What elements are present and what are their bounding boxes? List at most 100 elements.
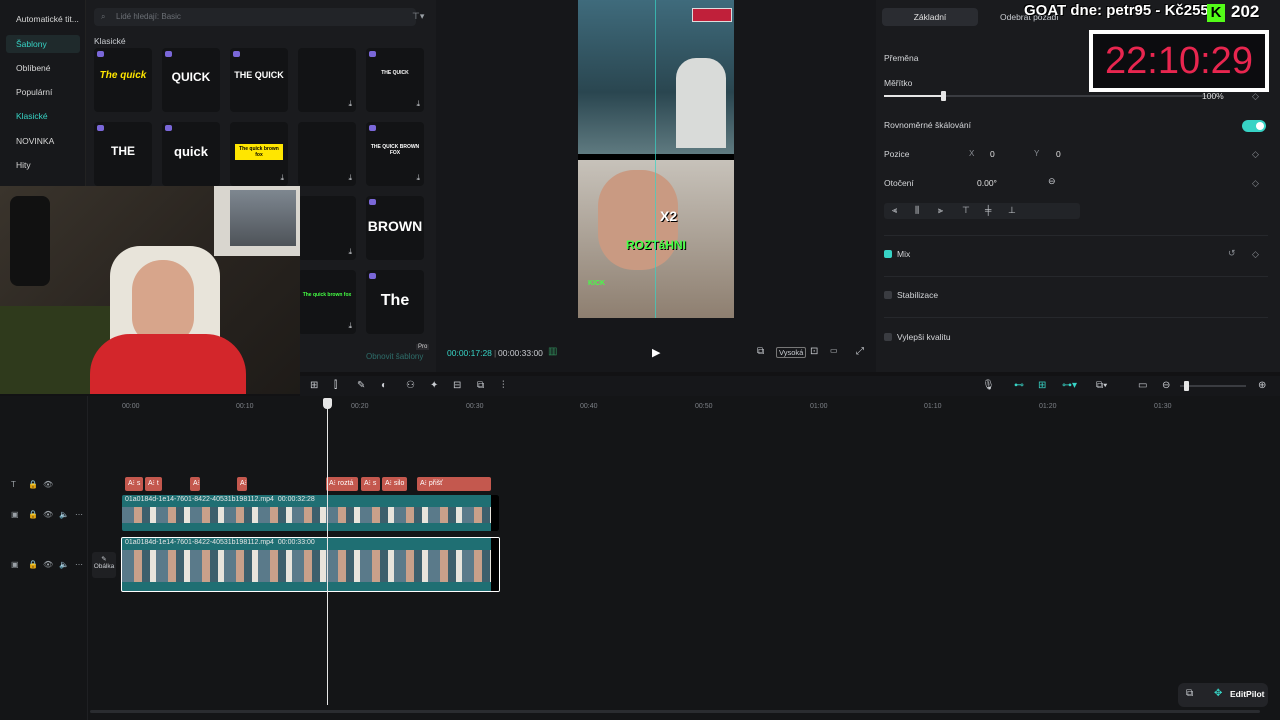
expand-icon[interactable]: ⤢: [856, 346, 864, 357]
stabilize-label[interactable]: Stabilizace: [897, 290, 938, 300]
template-search-input[interactable]: ⌕ Lidé hledají: Basic: [94, 8, 416, 26]
stabilize-checkbox[interactable]: [884, 291, 892, 299]
magic-icon[interactable]: ✦: [430, 380, 438, 391]
lock-icon[interactable]: 🔒: [28, 480, 38, 489]
video-preview[interactable]: X2 ROZTáHNI KICK: [578, 0, 734, 318]
text-clip[interactable]: A⁝: [237, 477, 247, 491]
magnet-icon[interactable]: ⊞: [1038, 380, 1046, 391]
template-tile[interactable]: THE QUICK ⤓: [366, 48, 424, 112]
export-frame-icon[interactable]: ⧉: [477, 380, 484, 391]
video-caption[interactable]: ROZTáHNI: [578, 238, 734, 252]
reset-icon[interactable]: ↺: [1228, 248, 1236, 259]
align-bottom-icon[interactable]: ⊥: [1008, 205, 1016, 216]
template-tile[interactable]: The quick: [94, 48, 152, 112]
select-tool-icon[interactable]: ⊞: [310, 380, 318, 391]
rotation-input[interactable]: 0.00°: [977, 178, 997, 188]
download-icon[interactable]: ⤓: [348, 321, 352, 331]
download-icon[interactable]: ⤓: [280, 173, 284, 183]
scale-value[interactable]: 100%: [1202, 91, 1224, 101]
align-left-icon[interactable]: ⫷: [892, 205, 897, 216]
template-tile[interactable]: ⤓: [298, 48, 356, 112]
download-icon[interactable]: ⤓: [348, 173, 352, 183]
x-input[interactable]: 0: [990, 149, 995, 159]
zoom-slider-knob[interactable]: [1184, 381, 1189, 391]
nav-item-favorites[interactable]: Oblíbené: [6, 59, 80, 77]
lock-icon[interactable]: 🔒: [28, 560, 38, 569]
align-middle-icon[interactable]: ╪: [985, 205, 991, 215]
nav-item-hits[interactable]: Hity: [6, 156, 80, 174]
text-clip[interactable]: A⁝ přišť: [417, 477, 491, 491]
y-input[interactable]: 0: [1056, 149, 1061, 159]
pen-icon[interactable]: ✎: [357, 380, 365, 391]
speaker-icon[interactable]: 🔈: [59, 510, 69, 519]
nav-item-new[interactable]: NOVINKA: [6, 132, 80, 150]
align-center-icon[interactable]: ⫼: [915, 205, 919, 216]
eye-icon[interactable]: 👁: [43, 480, 53, 489]
renew-templates-button[interactable]: Obnovit šablony: [366, 352, 423, 361]
template-tile[interactable]: ⤓: [298, 122, 356, 186]
link-icon[interactable]: ⊷: [1014, 380, 1024, 391]
download-icon[interactable]: ⤓: [348, 99, 352, 109]
template-tile[interactable]: THE QUICK BROWN FOX ⤓: [366, 122, 424, 186]
video-clip[interactable]: 01a0184d-1e14-7601-8422-40531b198112.mp4…: [122, 495, 499, 531]
audio-wave-icon[interactable]: ⫶: [502, 380, 505, 391]
align-right-icon[interactable]: ⫸: [938, 205, 943, 216]
tab-basic[interactable]: Základní: [882, 8, 978, 26]
zoom-in-icon[interactable]: ⊕: [1258, 380, 1266, 391]
template-tile[interactable]: The quick brown fox ⤓: [230, 122, 288, 186]
text-clip[interactable]: A⁝ s: [125, 477, 143, 491]
playhead[interactable]: [327, 400, 328, 705]
aspect-ratio-icon[interactable]: ▭: [830, 346, 838, 355]
transform-section-title[interactable]: Přeměna: [884, 53, 919, 63]
filter-icon[interactable]: ⊤▾: [412, 11, 424, 22]
template-tile[interactable]: THE: [94, 122, 152, 186]
speaker-icon[interactable]: 🔈: [59, 560, 69, 569]
snapshot-icon[interactable]: ⧉: [757, 346, 764, 357]
download-icon[interactable]: ⤓: [416, 99, 420, 109]
quality-button[interactable]: Vysoká: [776, 347, 807, 358]
keyframe-icon[interactable]: ◇: [1252, 249, 1259, 260]
zoom-out-icon[interactable]: ⊖: [1162, 380, 1170, 391]
template-tile[interactable]: QUICK: [162, 48, 220, 112]
nav-item-popular[interactable]: Populární: [6, 83, 80, 101]
split-icon[interactable]: ⫿: [334, 380, 337, 391]
nav-item-templates[interactable]: Šablony: [6, 35, 80, 53]
lock-icon[interactable]: 🔒: [28, 510, 38, 519]
scale-slider-knob[interactable]: [941, 91, 947, 101]
keyframe-icon[interactable]: ◇: [1252, 91, 1259, 102]
fullscreen-crop-icon[interactable]: ⊡: [810, 346, 818, 357]
uniform-scale-toggle[interactable]: [1242, 120, 1266, 132]
microphone-icon[interactable]: 🎙: [982, 380, 995, 391]
mix-label[interactable]: Mix: [897, 249, 910, 259]
template-tile[interactable]: The quick brown fox ⤓: [298, 270, 356, 334]
eye-icon[interactable]: 👁: [43, 560, 53, 569]
horizontal-scrollbar[interactable]: [90, 710, 1260, 713]
snap-icon[interactable]: ⊶▾: [1062, 380, 1077, 391]
template-tile[interactable]: THE QUICK: [230, 48, 288, 112]
download-icon[interactable]: ⤓: [348, 247, 352, 257]
cover-button[interactable]: ✎ Obálka: [92, 552, 116, 578]
text-clip[interactable]: A⁝ silo: [382, 477, 407, 491]
nav-item-auto-titles[interactable]: Automatické tit...: [6, 10, 80, 28]
text-clip[interactable]: A⁝ s: [361, 477, 380, 491]
template-tile[interactable]: quick: [162, 122, 220, 186]
template-tile[interactable]: ⤓: [298, 196, 356, 260]
keyframe-icon[interactable]: ◇: [1252, 178, 1259, 189]
enhance-checkbox[interactable]: [884, 333, 892, 341]
monitor-icon[interactable]: ▭: [1138, 380, 1147, 391]
nav-item-classic[interactable]: Klasické: [6, 107, 80, 125]
more-icon[interactable]: ⋯: [75, 560, 83, 569]
feedback-icon[interactable]: ⧉: [1186, 688, 1193, 699]
crop-icon[interactable]: ⊟: [453, 380, 461, 391]
flip-icon[interactable]: ⊖: [1048, 176, 1056, 187]
video-clip-selected[interactable]: 01a0184d-1e14-7601-8422-40531b198112.mp4…: [121, 537, 500, 592]
eye-icon[interactable]: 👁: [43, 510, 53, 519]
text-clip[interactable]: A⁝ t: [145, 477, 162, 491]
align-top-icon[interactable]: ⊤: [962, 205, 970, 216]
download-icon[interactable]: ⤓: [416, 173, 420, 183]
zoom-slider-track[interactable]: [1180, 385, 1246, 387]
play-icon[interactable]: ▶: [652, 346, 660, 359]
template-tile[interactable]: The: [366, 270, 424, 334]
text-clip[interactable]: A⁝: [190, 477, 200, 491]
text-clip[interactable]: A⁝ roztá: [326, 477, 358, 491]
